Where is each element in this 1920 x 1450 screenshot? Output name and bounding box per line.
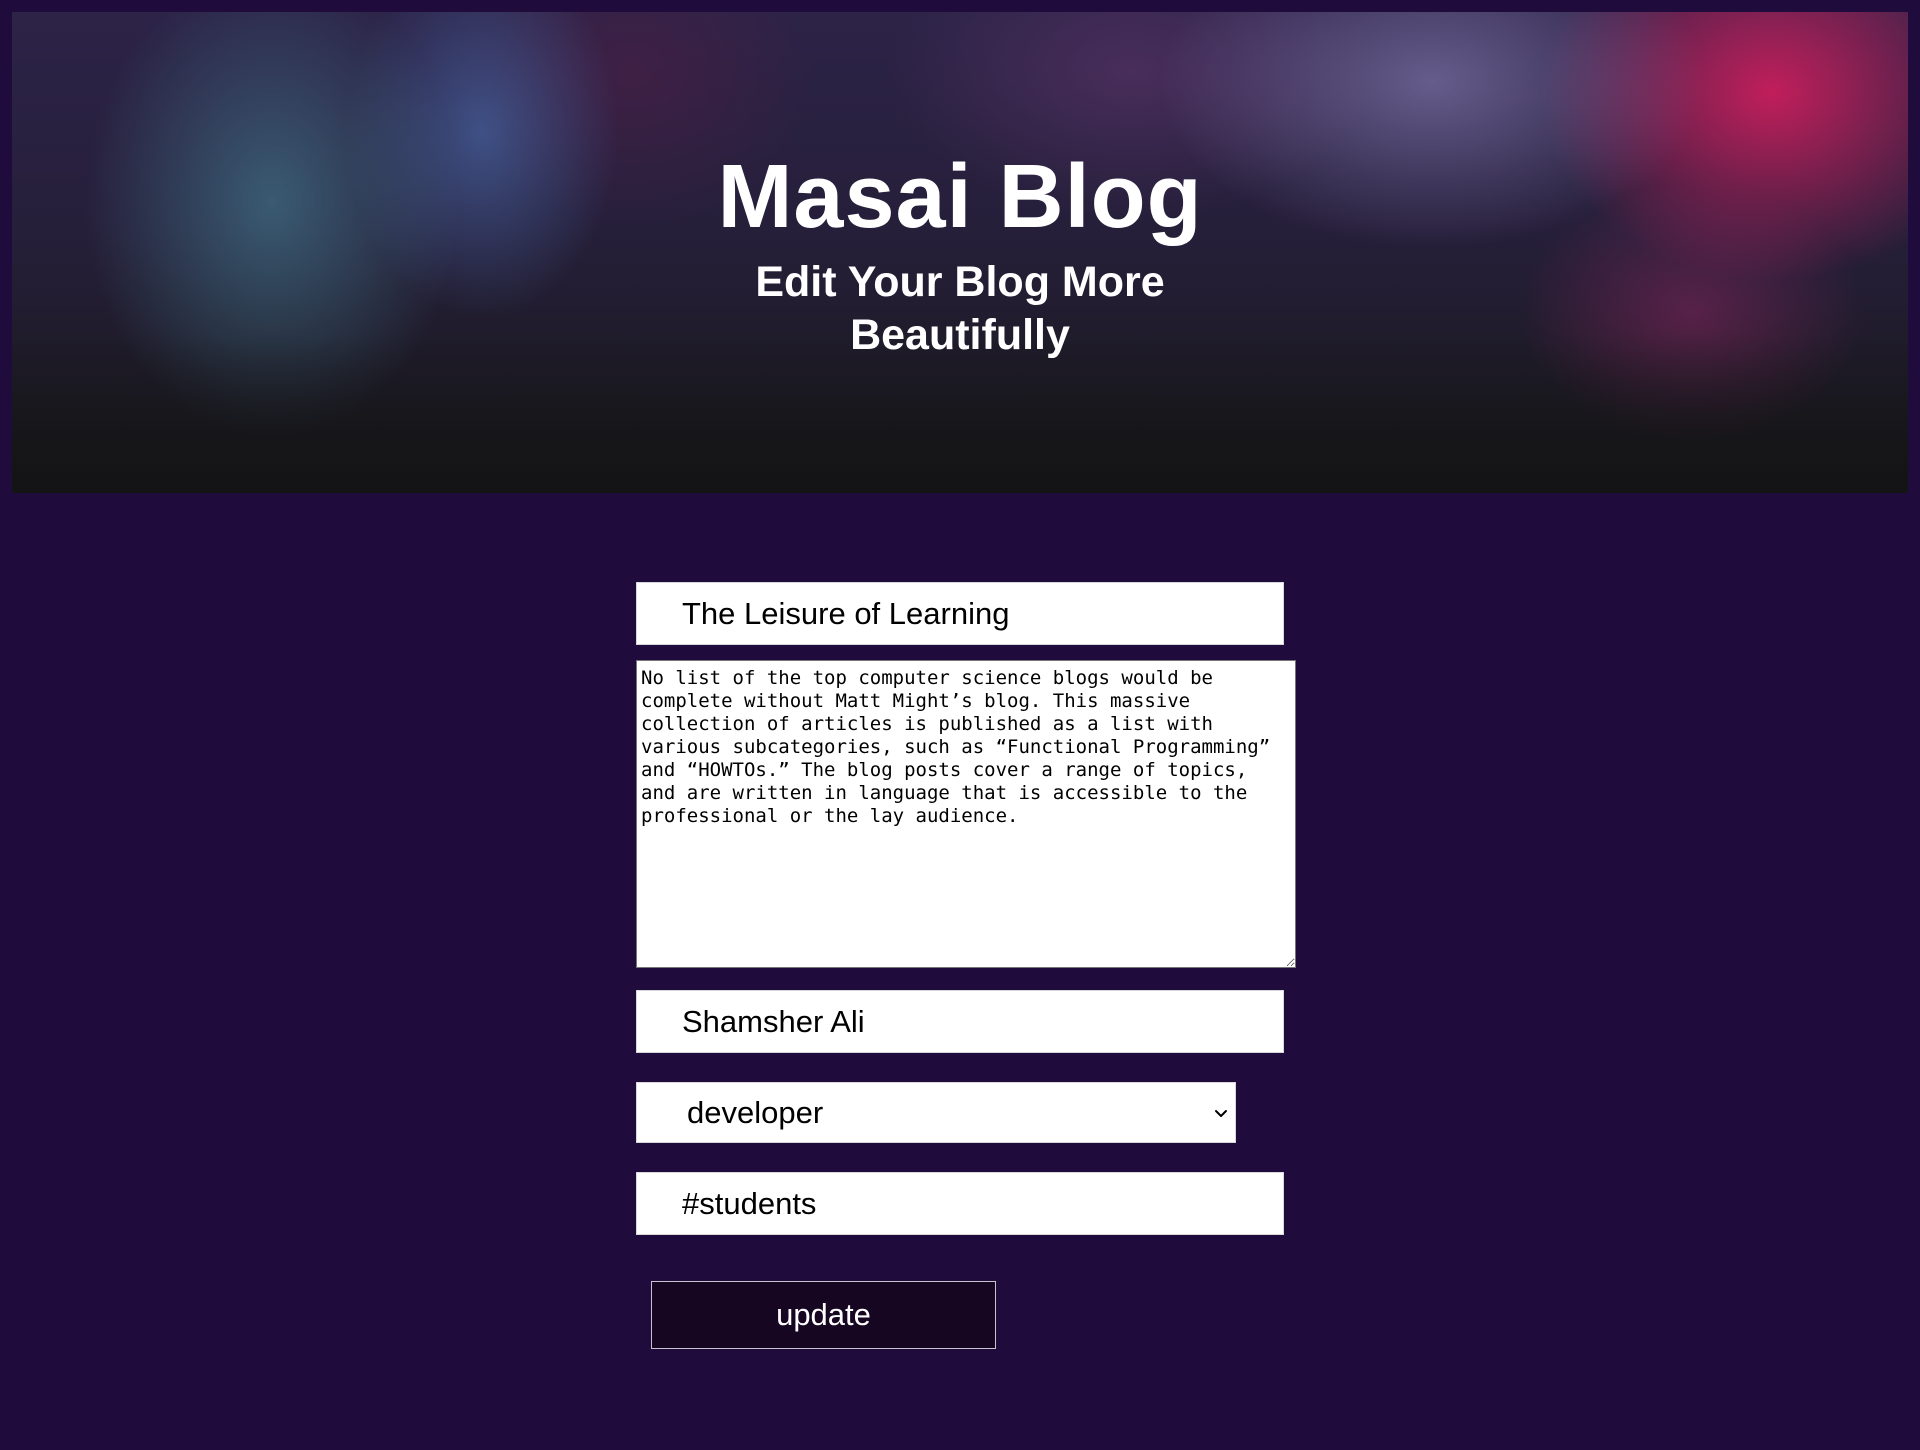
hero-banner: Masai Blog Edit Your Blog More Beautiful…: [12, 12, 1908, 493]
site-title: Masai Blog: [717, 147, 1203, 247]
blog-title-input[interactable]: [636, 582, 1284, 645]
hero-text: Masai Blog Edit Your Blog More Beautiful…: [12, 152, 1908, 362]
tag-input[interactable]: [636, 1172, 1284, 1235]
update-button[interactable]: update: [651, 1281, 996, 1349]
blog-content-textarea[interactable]: No list of the top computer science blog…: [636, 660, 1296, 968]
chevron-down-icon: [1215, 1109, 1227, 1117]
author-input[interactable]: [636, 990, 1284, 1053]
category-select[interactable]: developer: [636, 1082, 1236, 1143]
page: Masai Blog Edit Your Blog More Beautiful…: [0, 0, 1920, 1450]
category-selected-value: developer: [687, 1094, 824, 1130]
site-subtitle: Edit Your Blog More Beautifully: [755, 258, 1165, 359]
